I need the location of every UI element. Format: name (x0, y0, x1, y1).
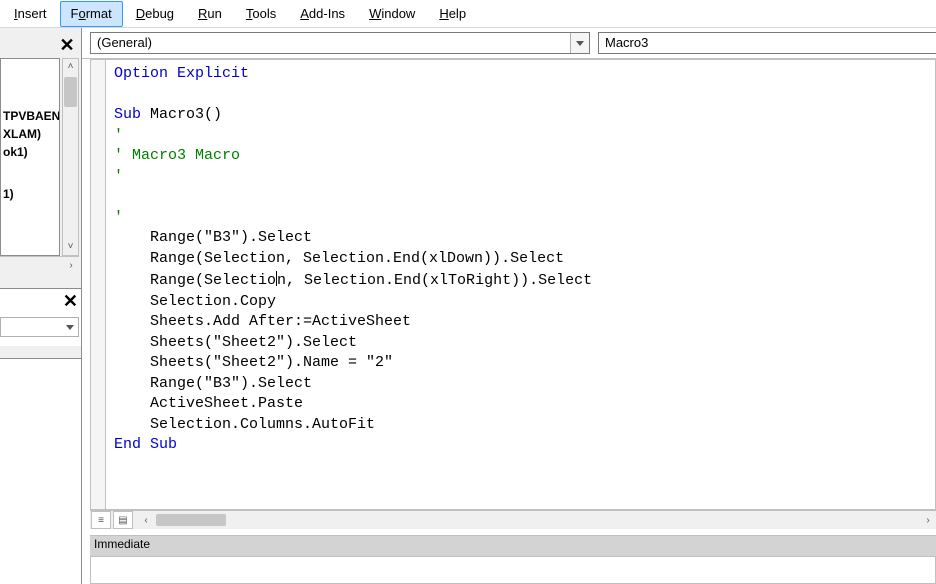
immediate-window: Immediate (90, 535, 936, 584)
code-gutter (91, 60, 106, 509)
scrollbar-thumb[interactable] (156, 514, 226, 526)
properties-object-combo[interactable] (0, 317, 79, 337)
chevron-left-icon[interactable]: ‹ (138, 512, 154, 528)
scrollbar-thumb[interactable] (64, 77, 77, 107)
tree-vertical-scrollbar[interactable]: ˄ ˅ (62, 58, 79, 256)
object-combo-value: (General) (97, 35, 152, 50)
immediate-title: Immediate (90, 536, 936, 556)
procedure-combo-value: Macro3 (605, 35, 648, 50)
tree-item[interactable]: 1) (1, 185, 59, 203)
chevron-up-icon[interactable]: ˄ (63, 59, 78, 75)
tree-horizontal-scrollbar[interactable]: › (0, 256, 79, 274)
chevron-right-icon[interactable]: › (920, 512, 936, 528)
menu-tools[interactable]: Tools (235, 1, 287, 27)
tree-item[interactable]: XLAM) (1, 125, 59, 143)
project-explorer: ✕ TPVBAEN XLAM) ok1) 1) ˄ ˅ › ✕ (0, 28, 82, 584)
code-surface[interactable]: Option Explicit Sub Macro3() ' ' Macro3 … (106, 60, 935, 509)
menu-run[interactable]: Run (187, 1, 233, 27)
menu-debug[interactable]: Debug (125, 1, 185, 27)
chevron-down-icon[interactable] (570, 33, 589, 53)
code-header-row: (General) Macro3 (82, 28, 936, 59)
view-switch-bar: ≡ ▤ ‹ › (90, 510, 936, 529)
tree-item[interactable]: ok1) (1, 143, 59, 161)
chevron-down-icon[interactable]: ˅ (63, 239, 78, 255)
menu-window[interactable]: Window (358, 1, 426, 27)
chevron-right-icon[interactable]: › (63, 257, 79, 274)
menu-format[interactable]: Format (60, 1, 123, 27)
immediate-input[interactable] (90, 556, 936, 584)
close-icon[interactable]: ✕ (56, 34, 78, 56)
menu-addins[interactable]: Add-Ins (289, 1, 356, 27)
close-icon[interactable]: ✕ (63, 291, 78, 312)
procedure-view-button[interactable]: ≡ (91, 511, 111, 529)
full-module-view-button[interactable]: ▤ (113, 511, 133, 529)
object-combo[interactable]: (General) (90, 32, 590, 54)
properties-body (0, 358, 81, 584)
code-editor[interactable]: Option Explicit Sub Macro3() ' ' Macro3 … (90, 59, 936, 510)
editor-horizontal-scrollbar[interactable]: ‹ › (138, 512, 936, 528)
menu-help[interactable]: Help (428, 1, 477, 27)
menu-insert[interactable]: Insert (3, 1, 58, 27)
properties-pane: ✕ (0, 288, 81, 346)
tree-item[interactable]: TPVBAEN (1, 107, 59, 125)
menubar: Insert Format Debug Run Tools Add-Ins Wi… (0, 0, 936, 28)
procedure-combo[interactable]: Macro3 (598, 32, 936, 54)
project-tree[interactable]: TPVBAEN XLAM) ok1) 1) (0, 58, 60, 256)
